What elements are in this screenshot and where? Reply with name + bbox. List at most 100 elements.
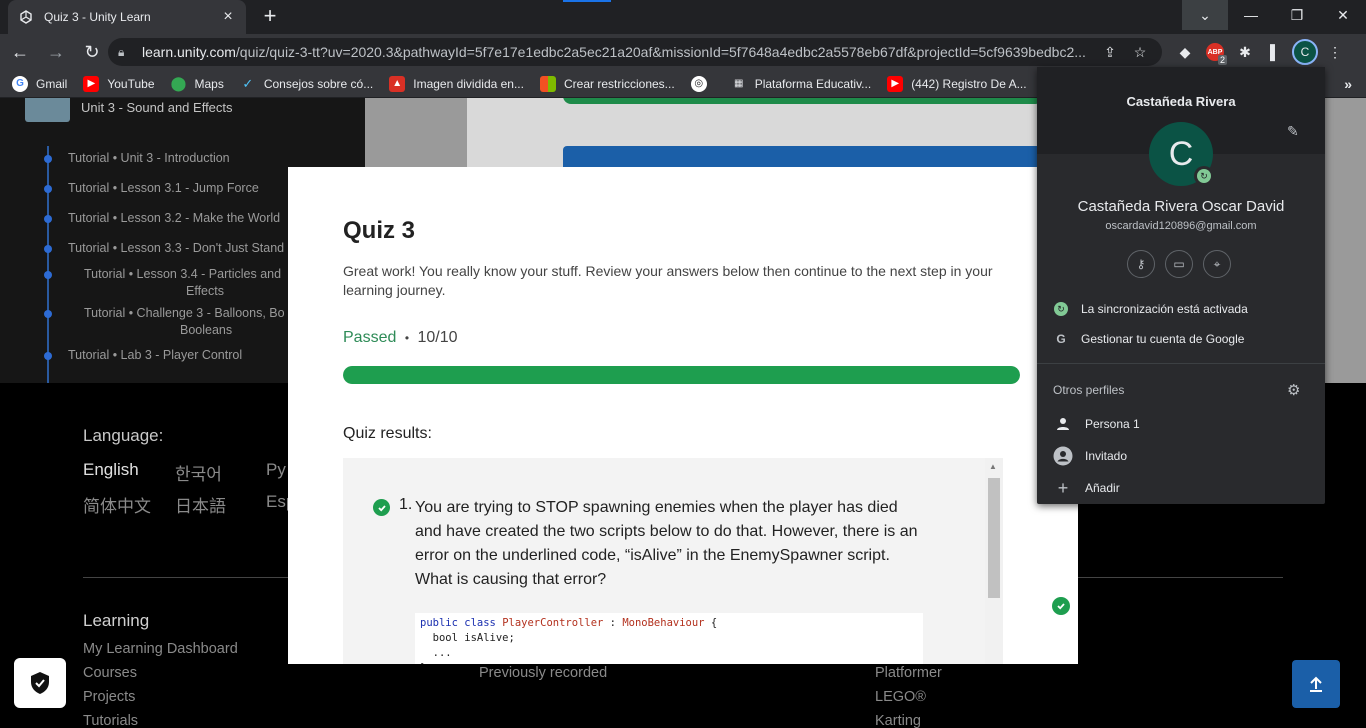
shield-icon [31, 672, 49, 694]
edit-pencil-icon[interactable]: ✎ [1287, 123, 1299, 140]
bookmark-maps[interactable]: ⬤ Maps [171, 75, 224, 92]
scroll-up-icon[interactable]: ▲ [989, 462, 997, 471]
language-japanese[interactable]: 日本語 [175, 492, 226, 517]
footer-link[interactable]: Tutorials [83, 713, 138, 728]
timeline-line [47, 146, 49, 386]
passed-label: Passed [343, 329, 397, 346]
window-controls: ⌄ — ❐ ✕ [1182, 0, 1366, 30]
side-panel-icon[interactable]: ▌ [1260, 38, 1290, 66]
sync-status-row[interactable]: ↻ La sincronización está activada [1053, 301, 1248, 317]
bookmark-plataforma[interactable]: ▦ Plataforma Educativ... [731, 76, 871, 92]
footer-link[interactable]: Courses [83, 665, 137, 681]
close-tab-icon[interactable]: × [220, 9, 236, 25]
quiz-description: Great work! You really know your stuff. … [343, 263, 993, 298]
google-icon: G [1056, 332, 1066, 346]
more-bookmarks-icon[interactable]: » [1344, 76, 1352, 92]
puzzle-icon[interactable]: ✱ [1230, 38, 1260, 66]
google-icon: G [12, 75, 28, 92]
language-korean[interactable]: 한국어 [175, 460, 222, 485]
back-button[interactable]: ← [4, 36, 36, 68]
quiz-title: Quiz 3 [343, 217, 416, 244]
tutorial-item[interactable]: Tutorial • Unit 3 - Introduction [68, 151, 230, 165]
tutorial-item[interactable]: Tutorial • Lab 3 - Player Control [68, 348, 242, 362]
tutorial-item-cont[interactable]: Effects [186, 284, 224, 298]
extensions-area: ◆ ABP 2 ✱ ▌ C ⋮ [1170, 38, 1350, 66]
add-profile-row[interactable]: + Añadir [1053, 478, 1120, 498]
footer-link[interactable]: My Learning Dashboard [83, 641, 238, 657]
bookmark-star-icon[interactable]: ☆ [1128, 44, 1152, 61]
language-chinese[interactable]: 简体中文 [83, 492, 151, 517]
quiz-score: 10/10 [417, 329, 458, 346]
passwords-key-icon[interactable]: ⚷ [1127, 250, 1155, 278]
minimize-button[interactable]: — [1228, 0, 1274, 30]
footer-link[interactable]: Karting [875, 713, 921, 728]
restore-button[interactable]: ❐ [1274, 0, 1320, 30]
timeline-dot [44, 185, 52, 193]
bookmark-globe[interactable]: ◎ [690, 75, 715, 92]
timeline-dot [44, 155, 52, 163]
bookmark-consejos[interactable]: ✓ Consejos sobre có... [240, 76, 373, 92]
platform-icon: ▦ [733, 78, 744, 89]
sync-badge-icon: ↻ [1194, 166, 1214, 186]
quiz-status: Passed • 10/10 [343, 329, 458, 347]
close-window-button[interactable]: ✕ [1320, 0, 1366, 30]
browser-toolbar: ← → ↻ 🔒︎ learn.unity.com/quiz/quiz-3-tt?… [0, 34, 1366, 70]
footer-link[interactable]: LEGO® [875, 689, 926, 705]
gear-icon[interactable]: ⚙ [1287, 381, 1300, 399]
profile-full-name: Castañeda Rivera Oscar David [1077, 198, 1285, 215]
profile-button[interactable]: C [1290, 38, 1320, 66]
tab-search-button[interactable]: ⌄ [1182, 0, 1228, 30]
share-icon[interactable]: ⇪ [1098, 44, 1122, 61]
question-card: 1. You are trying to STOP spawning enemi… [343, 458, 1003, 664]
tab-quiz-3[interactable]: Quiz 3 - Unity Learn × [8, 0, 246, 34]
addresses-location-icon[interactable]: ⌖ [1203, 250, 1231, 278]
adblock-icon[interactable]: ABP 2 [1200, 38, 1230, 66]
url-text: learn.unity.com/quiz/quiz-3-tt?uv=2020.3… [142, 44, 1086, 60]
bookmark-imagen[interactable]: ▲ Imagen dividida en... [389, 75, 524, 92]
profile-quick-buttons: ⚷ ▭ ⌖ [1127, 250, 1241, 278]
tutorial-item[interactable]: Tutorial • Challenge 3 - Balloons, Bo [84, 306, 285, 320]
payment-card-icon[interactable]: ▭ [1165, 250, 1193, 278]
unit-thumbnail [25, 98, 70, 122]
manage-account-row[interactable]: G Gestionar tu cuenta de Google [1053, 331, 1244, 347]
profile-email: oscardavid120896@gmail.com [1105, 220, 1257, 232]
microsoft-icon [539, 75, 556, 92]
score-progress-bar [343, 366, 1020, 384]
menu-icon[interactable]: ⋮ [1320, 38, 1350, 66]
footer-link[interactable]: Platformer [875, 665, 942, 681]
tutorial-item[interactable]: Tutorial • Lesson 3.1 - Jump Force [68, 181, 259, 195]
bookmark-youtube[interactable]: ▶ YouTube [83, 75, 155, 92]
extension-icon[interactable]: ◆ [1170, 38, 1200, 66]
address-bar[interactable]: 🔒︎ learn.unity.com/quiz/quiz-3-tt?uv=202… [108, 38, 1162, 66]
privacy-shield-button[interactable] [14, 658, 66, 708]
timeline-dot [44, 310, 52, 318]
question-number: 1. [399, 496, 413, 513]
scroll-to-top-button[interactable] [1292, 660, 1340, 708]
tab-strip: Quiz 3 - Unity Learn × + ⌄ — ❐ ✕ [0, 0, 1366, 34]
tutorial-item[interactable]: Tutorial • Lesson 3.4 - Particles and [84, 267, 281, 281]
timeline-dot [44, 245, 52, 253]
question-scrollbar[interactable]: ▲ [985, 458, 1003, 664]
scrollbar-thumb[interactable] [988, 478, 1000, 598]
bookmark-registro[interactable]: ▶ (442) Registro De A... [887, 75, 1027, 92]
green-banner [563, 98, 1043, 104]
tutorial-item[interactable]: Tutorial • Lesson 3.2 - Make the World [68, 211, 280, 225]
lock-icon[interactable]: 🔒︎ [118, 45, 132, 60]
add-icon: + [1057, 477, 1069, 498]
footer-link[interactable]: Previously recorded [479, 665, 607, 681]
footer-link[interactable]: Projects [83, 689, 135, 705]
profile-persona-1[interactable]: Persona 1 [1053, 414, 1140, 434]
timeline-dot [44, 215, 52, 223]
tutorial-item-cont[interactable]: Booleans [180, 323, 232, 337]
timeline-dot [44, 352, 52, 360]
new-tab-button[interactable]: + [258, 5, 282, 29]
learning-heading: Learning [83, 611, 150, 630]
bookmark-gmail[interactable]: G Gmail [12, 75, 67, 92]
profile-invitado[interactable]: Invitado [1053, 446, 1127, 466]
bookmark-crear[interactable]: Crear restricciones... [539, 75, 675, 92]
reload-button[interactable]: ↻ [76, 36, 108, 68]
language-english[interactable]: English [83, 460, 139, 480]
tutorial-item[interactable]: Tutorial • Lesson 3.3 - Don't Just Stand [68, 241, 284, 255]
forward-button[interactable]: → [40, 36, 72, 68]
language-russian[interactable]: Ру [266, 460, 286, 480]
